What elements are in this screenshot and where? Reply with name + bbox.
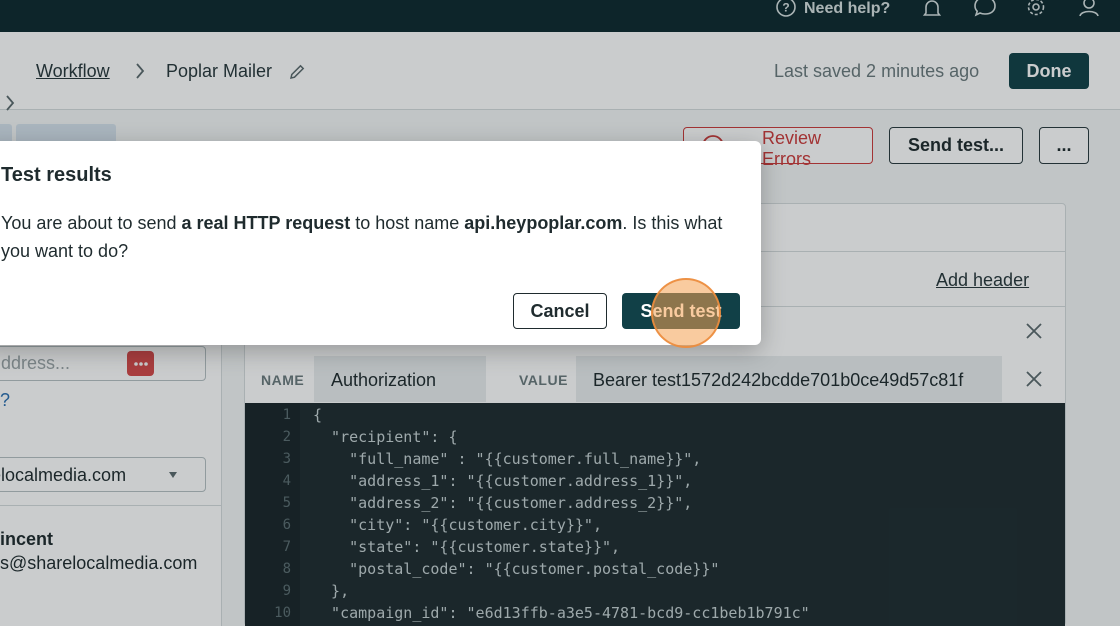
dialog-title: Test results <box>1 164 112 186</box>
dialog-message-bold: a real HTTP request <box>181 213 351 233</box>
dialog-host-name: api.heypoplar.com <box>464 213 623 233</box>
dialog-message-text: You are about to send <box>1 213 182 233</box>
test-results-dialog: Test results You are about to send a rea… <box>0 141 761 345</box>
dialog-message-text: to host name <box>350 213 465 233</box>
dialog-message: You are about to send a real HTTP reques… <box>1 209 741 265</box>
cancel-button[interactable]: Cancel <box>513 293 607 329</box>
click-indicator <box>651 278 721 348</box>
